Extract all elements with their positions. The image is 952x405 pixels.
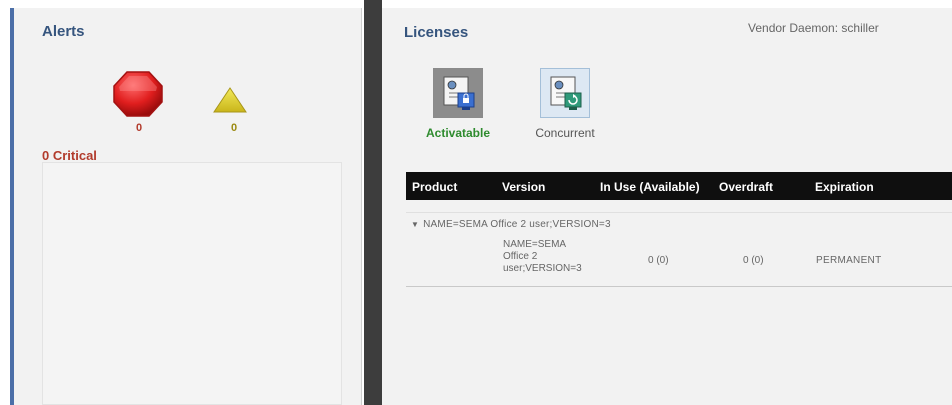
license-table-header: Product Version In Use (Available) Overd… — [406, 172, 952, 200]
license-table-body: ▼ NAME=SEMA Office 2 user;VERSION=3 NAME=… — [406, 212, 952, 405]
version-line: user;VERSION=3 — [503, 263, 582, 274]
warning-triangle-icon[interactable] — [212, 86, 248, 114]
licenses-title: Licenses — [404, 24, 469, 41]
overdraft-cell: 0 (0) — [743, 255, 764, 266]
vendor-daemon-label: Vendor Daemon: schiller — [748, 21, 879, 35]
column-version[interactable]: Version — [502, 180, 545, 194]
expand-triangle-icon[interactable]: ▼ — [411, 220, 419, 229]
column-expiration[interactable]: Expiration — [815, 180, 874, 194]
expiration-cell: PERMANENT — [816, 255, 882, 266]
licenses-panel: Licenses Vendor Daemon: schiller Activat… — [382, 8, 952, 405]
activatable-label: Activatable — [425, 126, 491, 140]
concurrent-label: Concurrent — [535, 126, 595, 140]
activatable-license-tile[interactable]: Activatable — [420, 68, 496, 140]
alerts-panel: Alerts 0 0 0 Critical — [10, 8, 362, 405]
column-product[interactable]: Product — [412, 180, 457, 194]
alerts-title: Alerts — [42, 23, 85, 40]
critical-stop-icon[interactable] — [112, 70, 164, 118]
warning-count: 0 — [230, 122, 238, 134]
version-line: NAME=SEMA — [503, 239, 567, 250]
column-overdraft[interactable]: Overdraft — [719, 180, 773, 194]
panel-divider — [364, 0, 382, 405]
critical-summary-label[interactable]: 0 Critical — [42, 148, 97, 163]
critical-count: 0 — [135, 122, 143, 134]
license-group-label: NAME=SEMA Office 2 user;VERSION=3 — [423, 219, 611, 230]
activatable-certificate-icon — [433, 68, 483, 118]
in-use-cell: 0 (0) — [648, 255, 669, 266]
concurrent-certificate-icon — [540, 68, 590, 118]
alert-list[interactable] — [42, 162, 342, 405]
version-cell: NAME=SEMA Office 2 user;VERSION=3 — [503, 239, 603, 275]
column-in-use[interactable]: In Use (Available) — [600, 180, 700, 194]
version-line: Office 2 — [503, 251, 538, 262]
concurrent-license-tile[interactable]: Concurrent — [525, 68, 605, 140]
license-group-row[interactable]: ▼ NAME=SEMA Office 2 user;VERSION=3 — [411, 219, 611, 230]
table-row[interactable]: NAME=SEMA Office 2 user;VERSION=3 0 (0) … — [406, 235, 952, 287]
